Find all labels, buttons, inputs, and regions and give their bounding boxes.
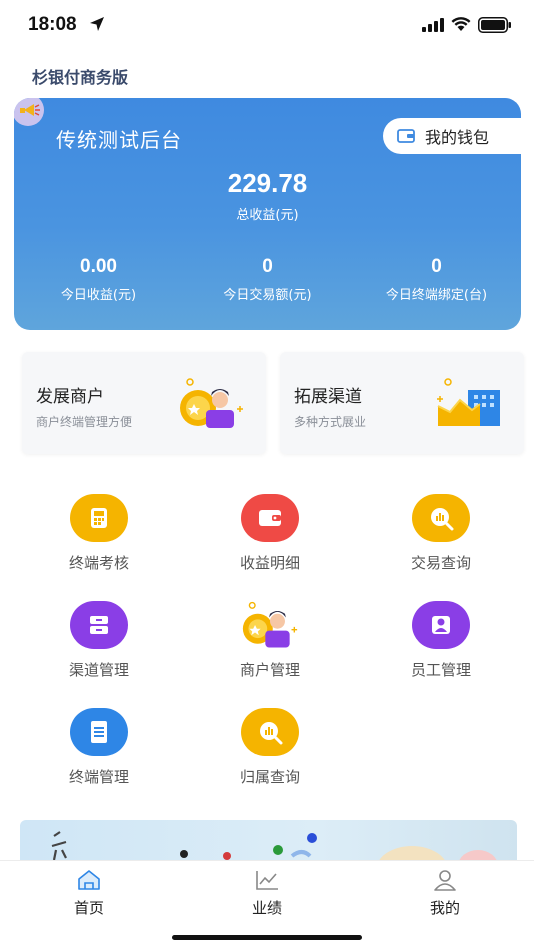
home-indicator [172, 935, 362, 940]
wallet-icon [241, 494, 299, 542]
merchant-illustration-icon [180, 378, 243, 428]
tile-title: 发展商户 [36, 387, 104, 407]
menu-label: 终端管理 [68, 768, 129, 786]
summary-card: 传统测试后台 我的钱包 229.78 总收益(元) 0.00 今日收益(元) 0… [14, 98, 521, 330]
tab-label: 首页 [73, 899, 104, 917]
stat-label: 今日交易额(元) [223, 288, 312, 303]
tab-performance[interactable]: 业绩 [207, 869, 327, 918]
org-name: 传统测试后台 [56, 128, 182, 152]
wallet-icon [397, 129, 415, 143]
tab-label: 业绩 [251, 899, 282, 917]
develop-merchant-tile[interactable]: 发展商户 商户终端管理方便 [22, 352, 266, 454]
stat-value: 0 [431, 256, 442, 277]
expand-channel-tile[interactable]: 拓展渠道 多种方式展业 [280, 352, 524, 454]
menu-employee-management[interactable]: 员工管理 [371, 601, 511, 680]
announcement-icon[interactable] [14, 98, 48, 126]
home-icon [78, 870, 100, 890]
status-time: 18:08 [28, 14, 77, 35]
tab-mine[interactable]: 我的 [385, 869, 505, 918]
total-earnings-label: 总收益(元) [236, 208, 299, 223]
my-wallet-button[interactable]: 我的钱包 [383, 118, 521, 154]
stat-value: 0 [262, 256, 273, 277]
menu-ownership-query[interactable]: 归属查询 [200, 708, 340, 787]
chart-search-icon [241, 708, 299, 756]
merchant-icon [241, 601, 299, 649]
tab-label: 我的 [429, 899, 460, 917]
wallet-label: 我的钱包 [425, 128, 490, 147]
chart-search-icon [412, 494, 470, 542]
status-bar: 18:08 [0, 0, 534, 52]
menu-label: 渠道管理 [68, 661, 129, 679]
location-arrow-icon [90, 17, 104, 31]
app-title: 杉银付商务版 [32, 68, 129, 87]
menu-terminal-management[interactable]: 终端管理 [29, 708, 169, 787]
menu-label: 终端考核 [68, 554, 129, 572]
stat-value: 0.00 [80, 256, 117, 277]
promo-banner[interactable] [20, 820, 517, 864]
tile-subtitle: 多种方式展业 [294, 415, 367, 429]
stat-today-volume: 0 今日交易额(元) [183, 256, 352, 303]
menu-merchant-management[interactable]: 商户管理 [200, 601, 340, 680]
profile-icon [434, 870, 456, 891]
menu-earnings-detail[interactable]: 收益明细 [200, 494, 340, 573]
trend-icon [256, 871, 278, 890]
channel-illustration-icon [437, 378, 500, 426]
stat-today-earnings: 0.00 今日收益(元) [14, 256, 183, 303]
menu-channel-management[interactable]: 渠道管理 [29, 601, 169, 680]
stat-today-terminal-binds: 0 今日终端绑定(台) [352, 256, 521, 303]
total-earnings-value: 229.78 [227, 168, 308, 198]
wifi-icon [451, 17, 471, 31]
tile-title: 拓展渠道 [294, 387, 362, 407]
tile-subtitle: 商户终端管理方便 [36, 415, 133, 429]
menu-label: 收益明细 [239, 554, 300, 572]
cellular-signal-icon [422, 18, 444, 32]
menu-label: 交易查询 [410, 554, 471, 572]
employee-icon [412, 601, 470, 649]
battery-icon [478, 17, 511, 33]
menu-label: 员工管理 [410, 661, 471, 679]
menu-transaction-query[interactable]: 交易查询 [371, 494, 511, 573]
menu-label: 归属查询 [239, 768, 300, 786]
drawer-icon [70, 601, 128, 649]
document-icon [70, 708, 128, 756]
menu-label: 商户管理 [239, 661, 300, 679]
banner-artwork [51, 831, 498, 864]
menu-terminal-assessment[interactable]: 终端考核 [29, 494, 169, 573]
stat-label: 今日收益(元) [60, 288, 137, 303]
tab-home[interactable]: 首页 [29, 869, 149, 918]
terminal-icon [70, 494, 128, 542]
stat-label: 今日终端绑定(台) [385, 288, 488, 303]
